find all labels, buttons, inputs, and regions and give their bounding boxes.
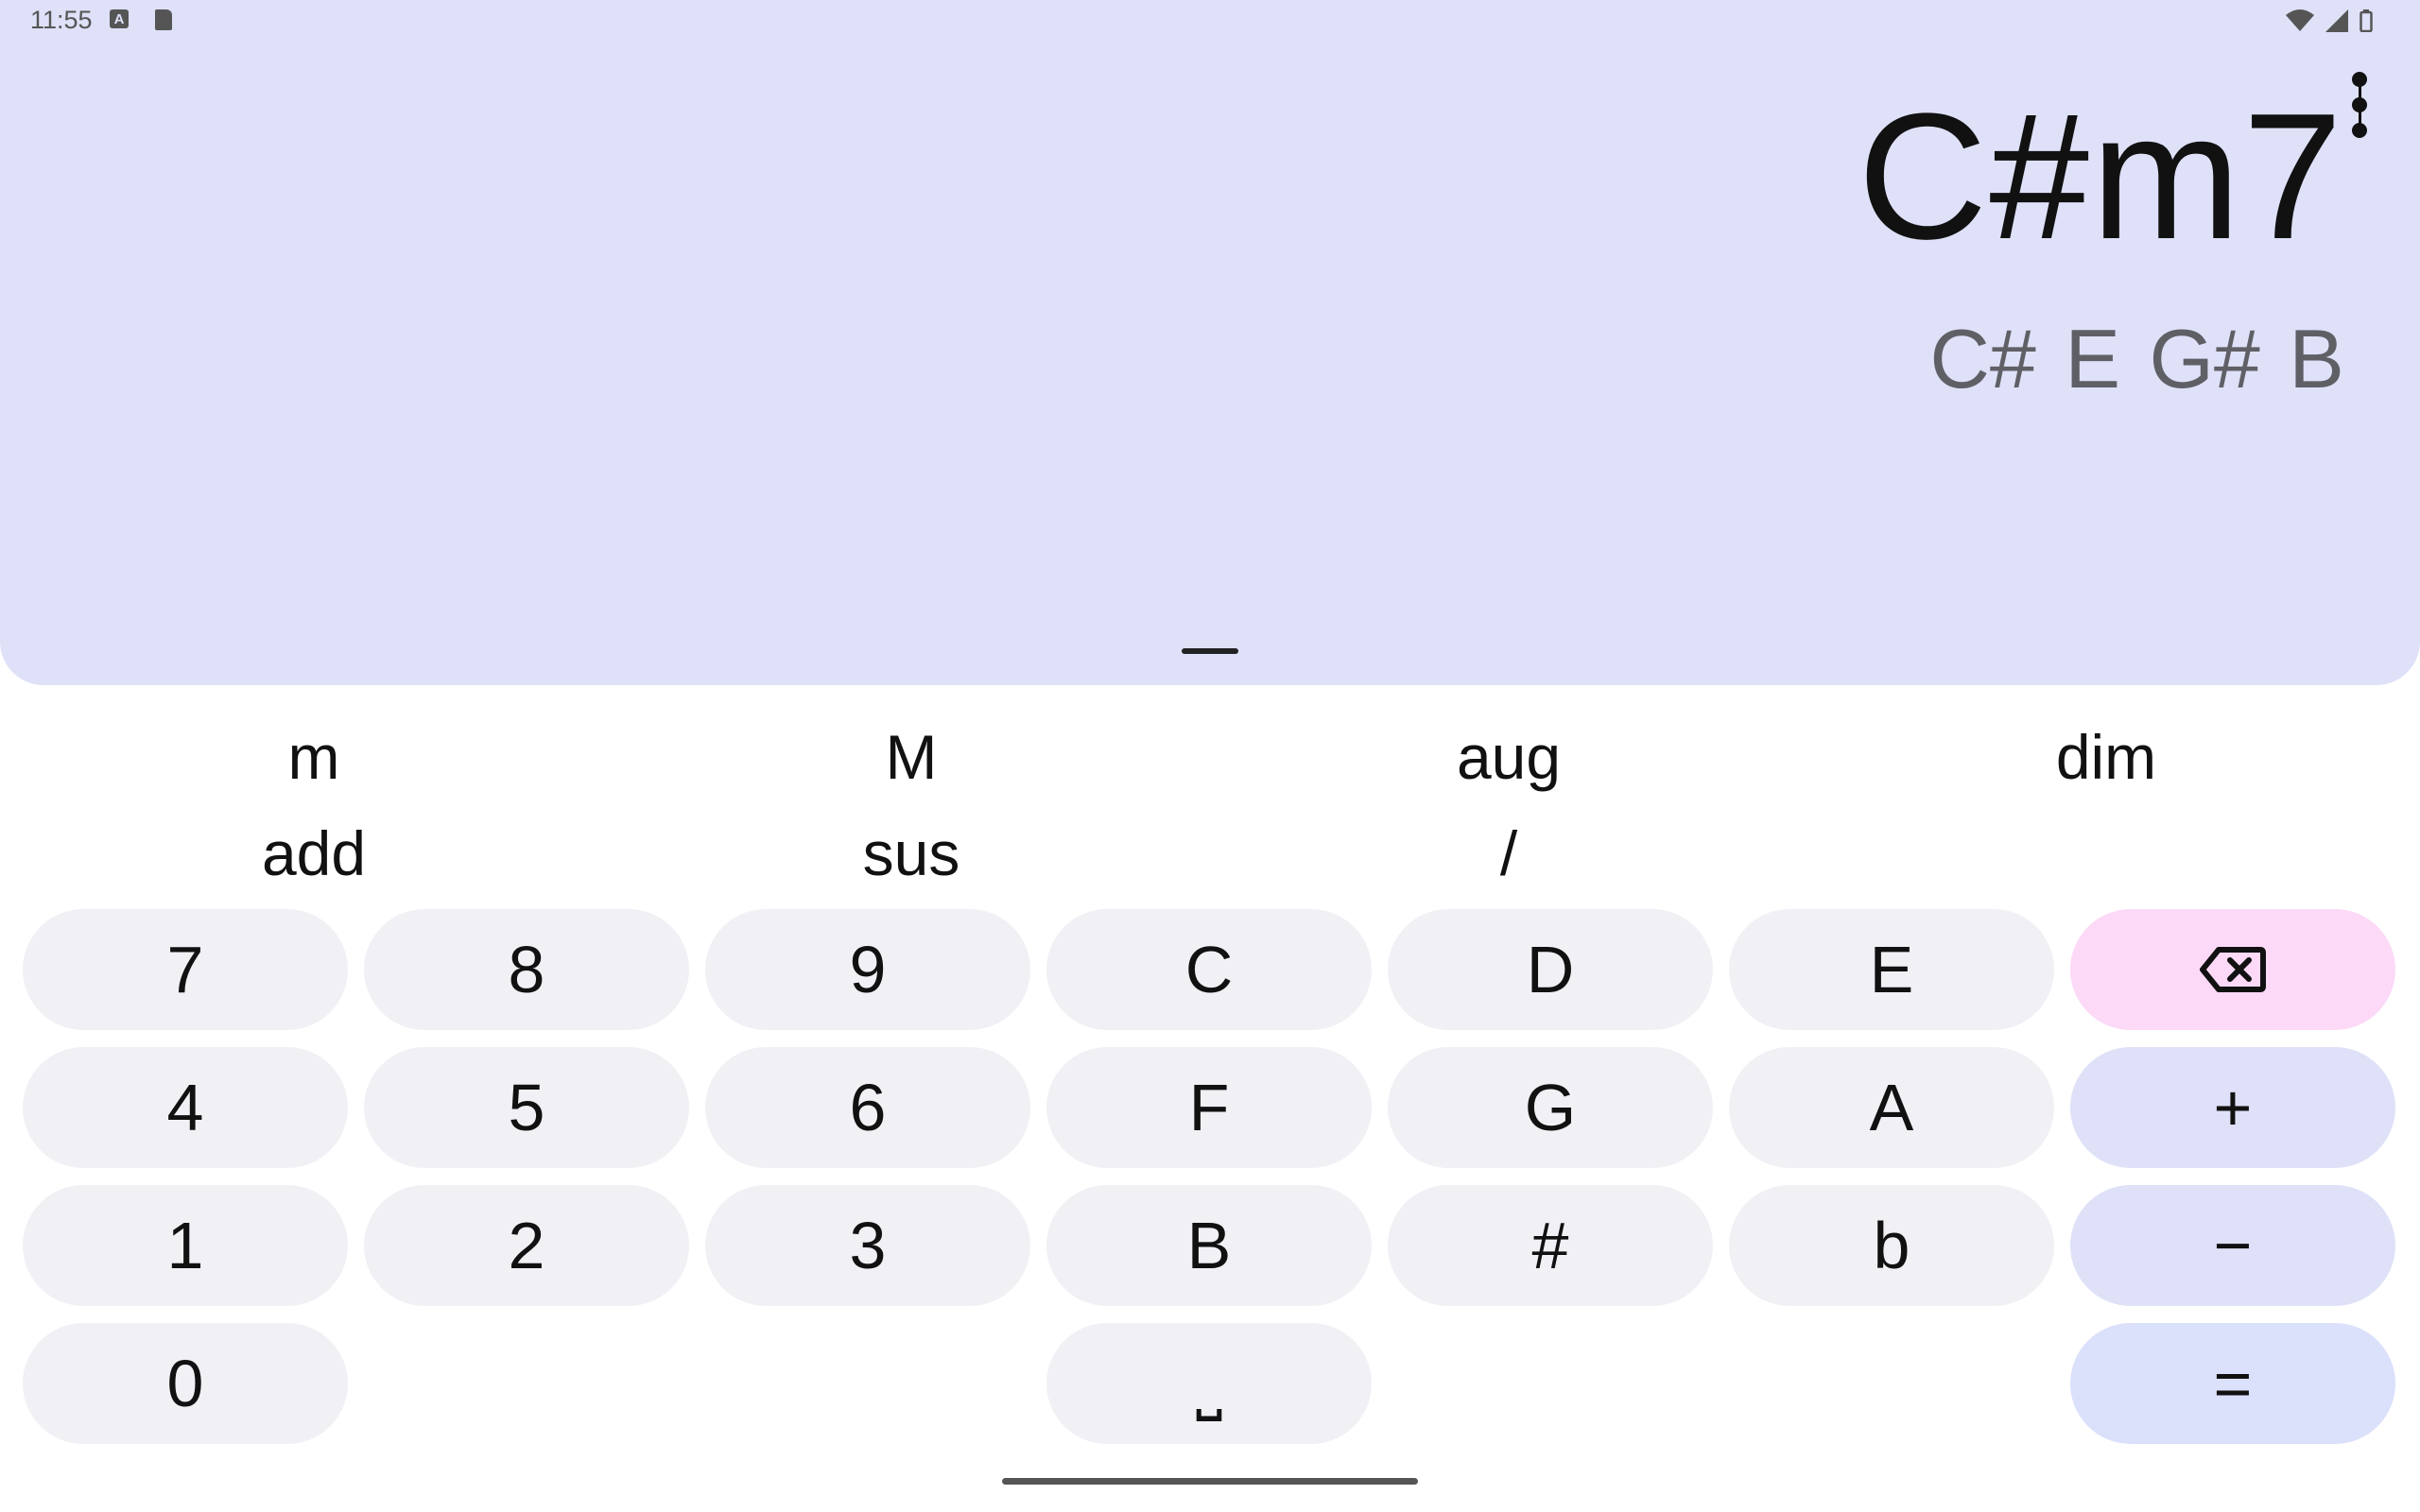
key-7[interactable]: 7: [23, 909, 348, 1030]
signal-icon: [2325, 9, 2348, 32]
status-time: 11:55: [30, 6, 93, 34]
key-4[interactable]: 4: [23, 1047, 348, 1168]
backspace-icon: [2200, 947, 2266, 992]
key-c[interactable]: C: [1046, 909, 1372, 1030]
suffix-dim[interactable]: dim: [1804, 726, 2409, 788]
key-d[interactable]: D: [1388, 909, 1713, 1030]
suffix-major[interactable]: M: [609, 726, 1214, 788]
space-button[interactable]: ⎵: [1046, 1323, 1372, 1444]
plus-button[interactable]: +: [2070, 1047, 2395, 1168]
key-flat[interactable]: b: [1729, 1185, 2054, 1306]
key-3[interactable]: 3: [705, 1185, 1030, 1306]
status-right-icons: [2286, 9, 2373, 32]
key-0[interactable]: 0: [23, 1323, 348, 1444]
key-8[interactable]: 8: [364, 909, 689, 1030]
overflow-menu-icon[interactable]: [2342, 72, 2377, 138]
suffix-slash[interactable]: /: [1206, 822, 1811, 885]
key-1[interactable]: 1: [23, 1185, 348, 1306]
backspace-button[interactable]: [2070, 909, 2395, 1030]
key-sharp[interactable]: #: [1388, 1185, 1713, 1306]
suffix-aug[interactable]: aug: [1206, 726, 1811, 788]
a-notification-icon: A: [110, 9, 129, 28]
chord-name: C#m7: [1858, 77, 2344, 277]
battery-icon: [2360, 9, 2373, 32]
equals-button[interactable]: =: [2070, 1323, 2395, 1444]
key-5[interactable]: 5: [364, 1047, 689, 1168]
chord-display-panel: 11:55 A C#m7 C# E G# B: [0, 0, 2420, 685]
minus-button[interactable]: −: [2070, 1185, 2395, 1306]
key-b[interactable]: B: [1046, 1185, 1372, 1306]
suffix-sus[interactable]: sus: [609, 822, 1214, 885]
key-f[interactable]: F: [1046, 1047, 1372, 1168]
wifi-icon: [2286, 9, 2314, 31]
drag-handle[interactable]: [1182, 648, 1238, 654]
suffix-add[interactable]: add: [11, 822, 616, 885]
key-2[interactable]: 2: [364, 1185, 689, 1306]
sd-card-icon: [155, 9, 172, 30]
chord-notes: C# E G# B: [1929, 312, 2344, 405]
key-g[interactable]: G: [1388, 1047, 1713, 1168]
suffix-minor[interactable]: m: [11, 726, 616, 788]
key-a[interactable]: A: [1729, 1047, 2054, 1168]
key-e[interactable]: E: [1729, 909, 2054, 1030]
gesture-nav-bar[interactable]: [1002, 1478, 1418, 1485]
key-6[interactable]: 6: [705, 1047, 1030, 1168]
key-9[interactable]: 9: [705, 909, 1030, 1030]
status-bar: 11:55 A: [0, 0, 2420, 43]
